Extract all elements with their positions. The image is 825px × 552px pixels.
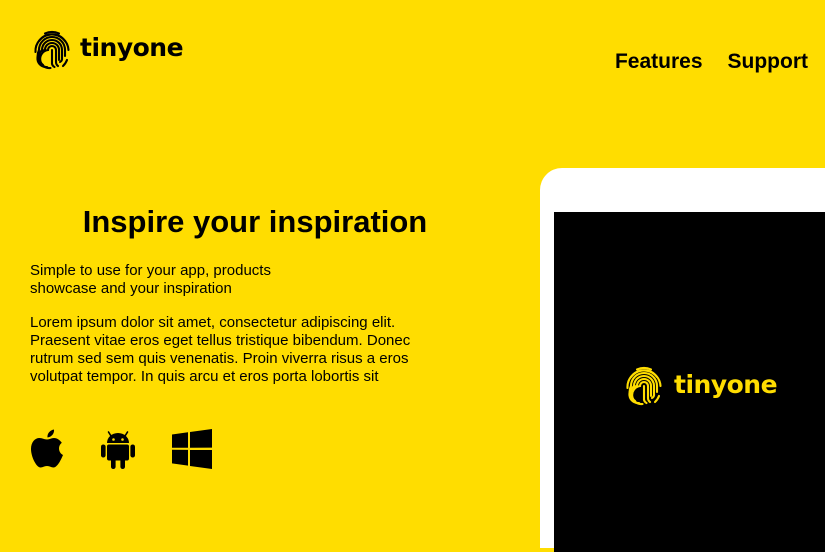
apple-icon: [31, 429, 63, 468]
hero-description-line: Praesent vitae eros eget tellus tristiqu…: [30, 332, 411, 349]
hero-description-line: volutpat tempor. In quis arcu et eros po…: [30, 368, 379, 385]
hero-description: Lorem ipsum dolor sit amet, consectetur …: [30, 314, 450, 386]
brand-logo[interactable]: tinyone: [30, 28, 184, 72]
hero-title: Inspire your inspiration: [82, 204, 428, 239]
screen-brand-name: tinyone: [674, 369, 778, 399]
windows-icon: [172, 429, 212, 469]
windows-link[interactable]: [172, 429, 212, 469]
device-mockup: tinyone: [540, 168, 825, 552]
main-nav: Features Support: [615, 50, 808, 74]
fingerprint-icon: [34, 30, 70, 70]
device-screen: tinyone: [554, 212, 825, 552]
hero-subtitle: Simple to use for your app, products show…: [30, 262, 350, 298]
screen-logo: tinyone: [622, 364, 778, 408]
android-link[interactable]: [100, 428, 136, 470]
hero-description-line: Lorem ipsum dolor sit amet, consectetur …: [30, 314, 396, 331]
android-icon: [101, 431, 135, 469]
hero-subtitle-line: showcase and your inspiration: [30, 280, 232, 297]
brand-name: tinyone: [80, 32, 184, 62]
hero-subtitle-line: Simple to use for your app, products: [30, 262, 271, 279]
fingerprint-icon: [626, 366, 662, 406]
apple-link[interactable]: [30, 429, 64, 469]
nav-link-features[interactable]: Features: [615, 50, 703, 74]
nav-link-support[interactable]: Support: [728, 50, 808, 74]
hero-description-line: rutrum sed sem quis venenatis. Proin viv…: [30, 350, 409, 367]
platform-links: [30, 428, 212, 470]
